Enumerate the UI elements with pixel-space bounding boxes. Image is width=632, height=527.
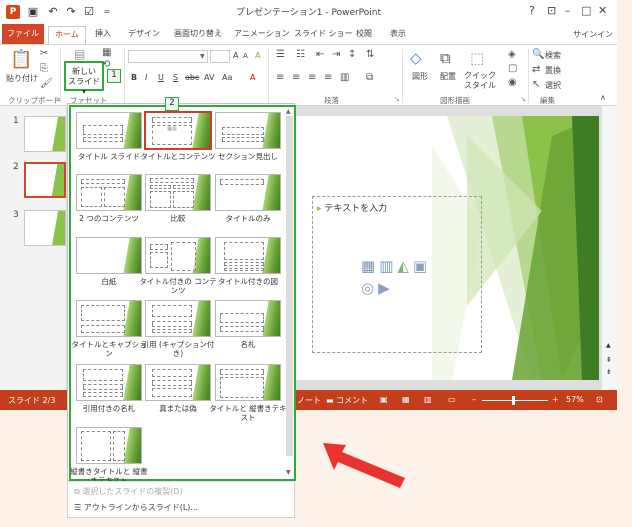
annotation-arrow (323, 443, 405, 488)
